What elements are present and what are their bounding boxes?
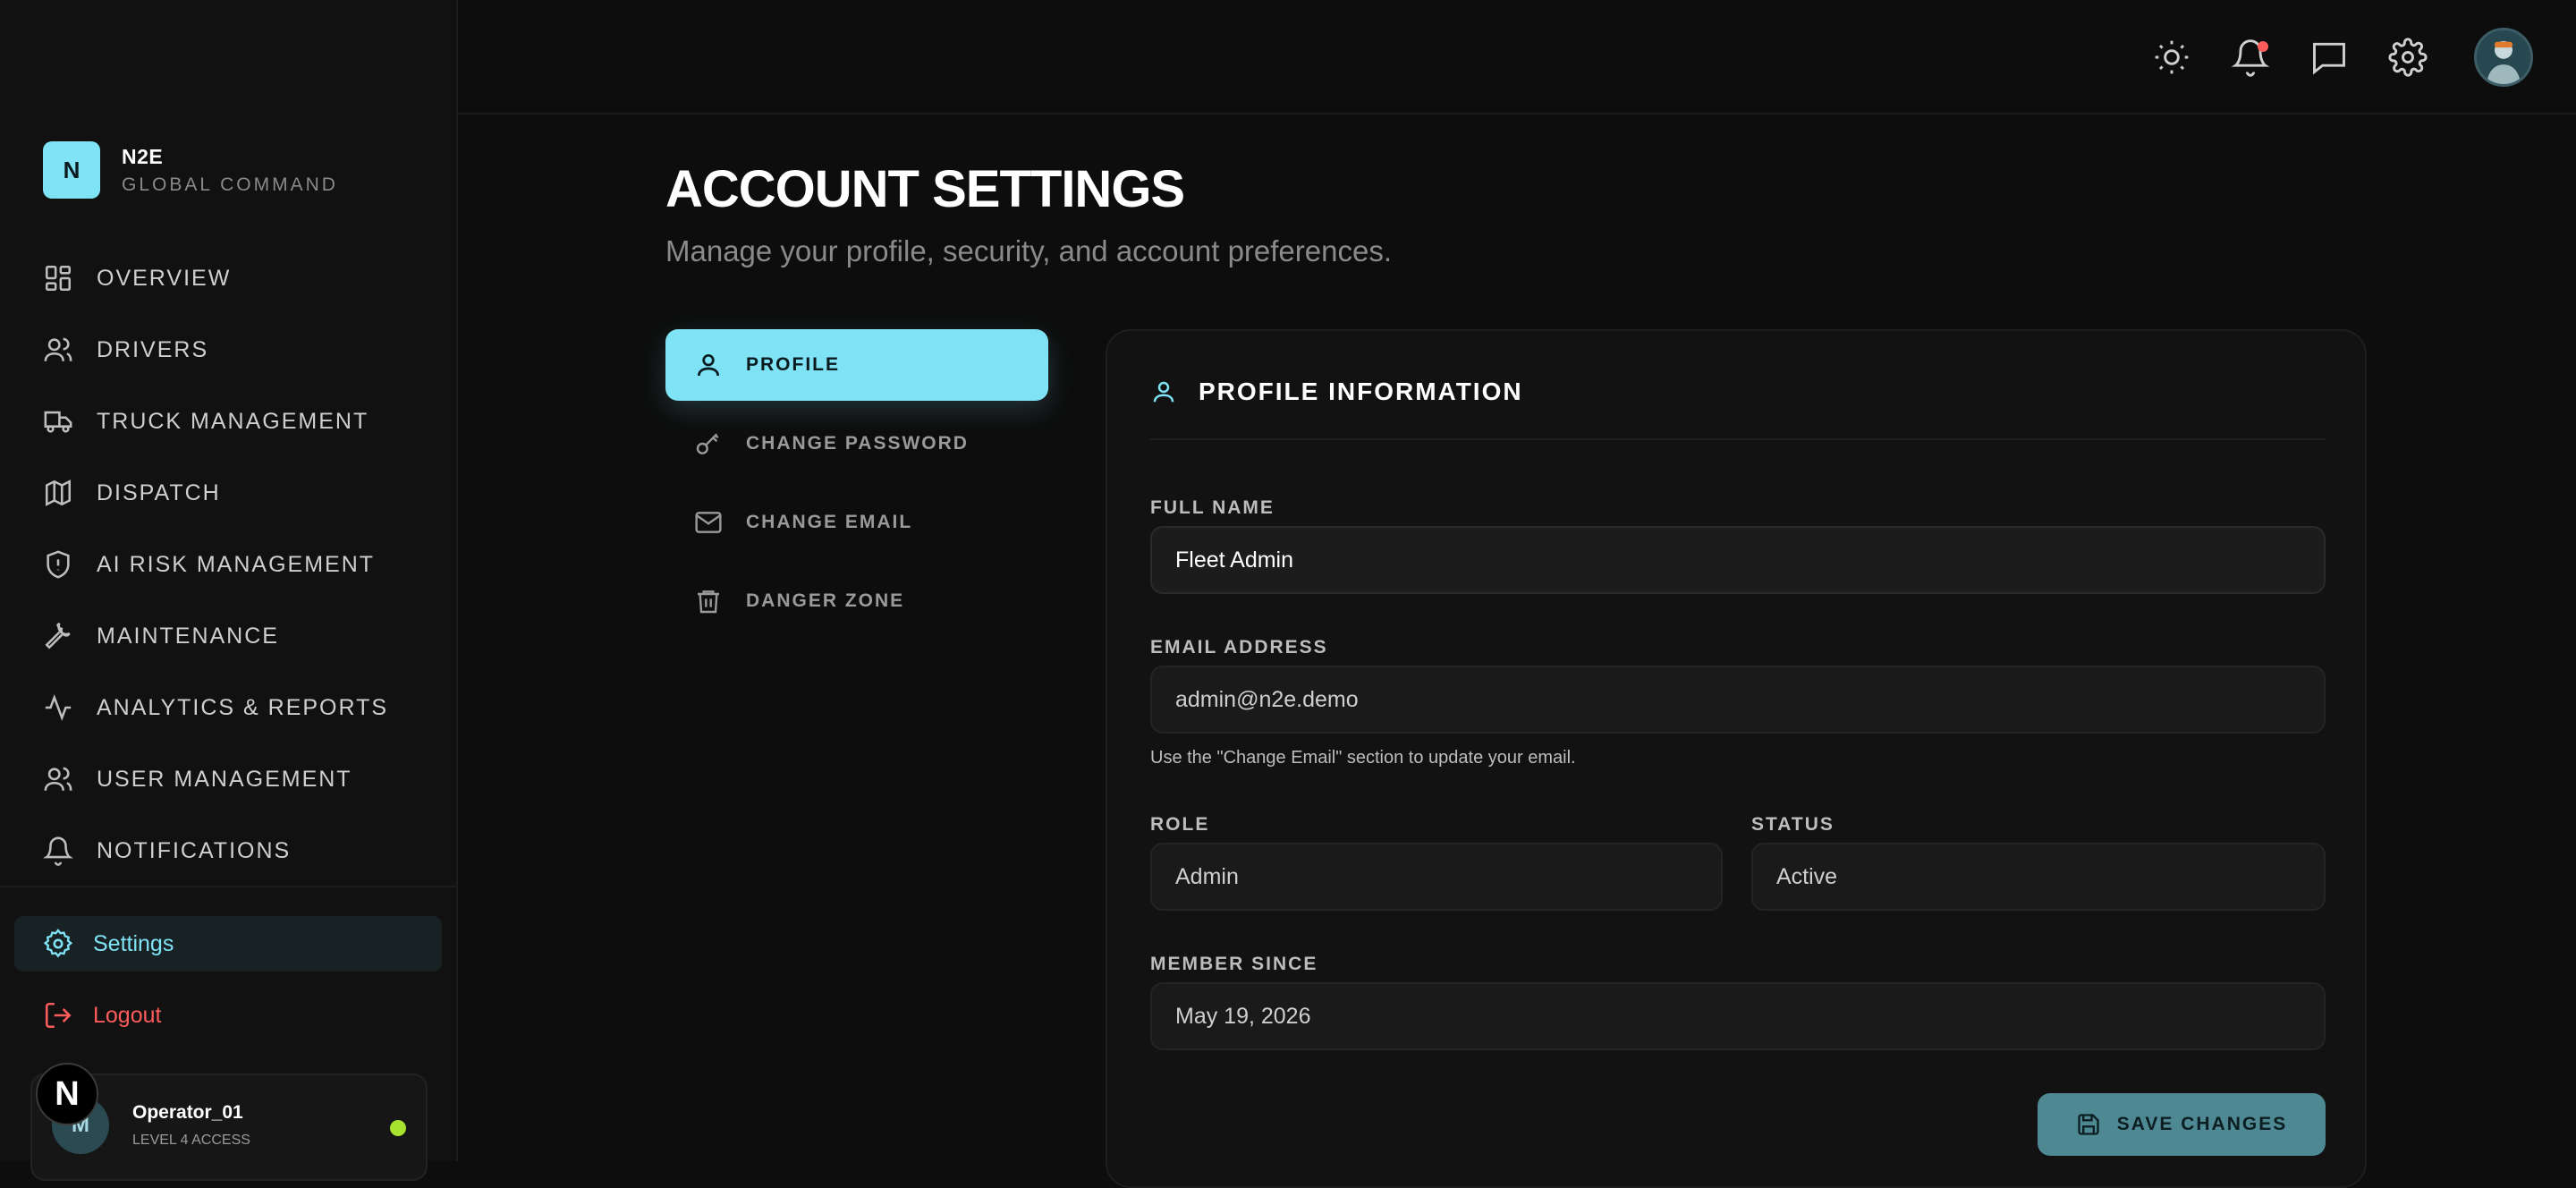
sidebar-item-label: ANALYTICS & REPORTS: [97, 694, 389, 720]
dev-indicator-badge[interactable]: N: [36, 1063, 98, 1125]
role-field: Admin: [1150, 843, 1723, 911]
sidebar-item-analytics-reports[interactable]: ANALYTICS & REPORTS: [0, 672, 456, 743]
full-name-input[interactable]: Fleet Admin: [1150, 526, 2326, 594]
shield-alert-icon: [43, 549, 73, 580]
user-icon: [694, 351, 723, 379]
settings-label: Settings: [93, 930, 174, 956]
sidebar-item-label: USER MANAGEMENT: [97, 766, 352, 792]
user-icon: [1150, 378, 1177, 405]
sidebar-item-label: TRUCK MANAGEMENT: [97, 408, 369, 434]
theme-toggle-sun-icon[interactable]: [2152, 38, 2191, 77]
map-icon: [43, 478, 73, 508]
card-title: PROFILE INFORMATION: [1199, 378, 1523, 405]
tab-label: DANGER ZONE: [746, 590, 905, 611]
sidebar-item-label: MAINTENANCE: [97, 623, 279, 649]
save-icon: [2076, 1112, 2101, 1137]
wrench-icon: [43, 621, 73, 651]
sidebar-nav: OVERVIEW DRIVERS TRUCK MANAGEMENT DISPAT…: [0, 242, 456, 887]
sidebar-item-overview[interactable]: OVERVIEW: [0, 242, 456, 314]
truck-icon: [43, 406, 73, 437]
brand-subtitle: GLOBAL COMMAND: [122, 174, 338, 195]
avatar[interactable]: [2474, 28, 2533, 87]
tab-change-password[interactable]: CHANGE PASSWORD: [665, 408, 1048, 479]
sidebar-item-settings[interactable]: Settings: [14, 916, 442, 972]
message-icon[interactable]: [2309, 38, 2349, 77]
email-label: EMAIL ADDRESS: [1150, 637, 1328, 658]
save-changes-button[interactable]: SAVE CHANGES: [2038, 1093, 2326, 1156]
member-since-label: MEMBER SINCE: [1150, 954, 1318, 974]
key-icon: [694, 429, 723, 458]
sidebar-item-label: AI RISK MANAGEMENT: [97, 551, 376, 577]
tab-profile[interactable]: PROFILE: [665, 329, 1048, 401]
user-name: Operator_01: [132, 1102, 243, 1123]
sidebar-item-maintenance[interactable]: MAINTENANCE: [0, 600, 456, 672]
sidebar-item-dispatch[interactable]: DISPATCH: [0, 457, 456, 529]
sidebar-item-user-management[interactable]: USER MANAGEMENT: [0, 743, 456, 815]
tab-change-email[interactable]: CHANGE EMAIL: [665, 487, 1048, 558]
users-icon: [43, 764, 73, 794]
sidebar-item-ai-risk-management[interactable]: AI RISK MANAGEMENT: [0, 529, 456, 600]
notification-dot: [2258, 41, 2268, 52]
sidebar-item-label: DRIVERS: [97, 336, 209, 362]
sidebar-item-label: DISPATCH: [97, 479, 221, 505]
online-status-dot: [390, 1120, 406, 1136]
logout-icon: [43, 1000, 73, 1031]
gear-icon: [43, 929, 73, 959]
sidebar-item-label: NOTIFICATIONS: [97, 837, 292, 863]
profile-card: PROFILE INFORMATION FULL NAME Fleet Admi…: [1106, 329, 2367, 1188]
bell-icon: [43, 836, 73, 866]
sidebar-divider: [0, 886, 456, 887]
sidebar: N N2E GLOBAL COMMAND OVERVIEW DRIVERS TR…: [0, 0, 458, 1181]
tab-label: PROFILE: [746, 354, 841, 375]
sidebar-item-drivers[interactable]: DRIVERS: [0, 314, 456, 386]
brand[interactable]: N N2E GLOBAL COMMAND: [43, 141, 338, 199]
tab-label: CHANGE EMAIL: [746, 512, 913, 532]
activity-icon: [43, 692, 73, 723]
sidebar-item-notifications[interactable]: NOTIFICATIONS: [0, 815, 456, 887]
sidebar-item-label: OVERVIEW: [97, 265, 232, 291]
mail-icon: [694, 508, 723, 537]
brand-name: N2E: [122, 144, 164, 168]
card-divider: [1150, 438, 2326, 440]
role-label: ROLE: [1150, 814, 1210, 835]
email-hint: Use the "Change Email" section to update…: [1150, 748, 1576, 768]
logout-button[interactable]: Logout: [14, 988, 442, 1043]
tab-label: CHANGE PASSWORD: [746, 433, 969, 454]
user-access-level: LEVEL 4 ACCESS: [132, 1133, 250, 1148]
page-title: ACCOUNT SETTINGS: [665, 160, 1185, 218]
email-field: admin@n2e.demo: [1150, 666, 2326, 734]
full-name-label: FULL NAME: [1150, 497, 1275, 518]
trash-icon: [694, 587, 723, 615]
sidebar-item-truck-management[interactable]: TRUCK MANAGEMENT: [0, 386, 456, 457]
status-label: STATUS: [1751, 814, 1835, 835]
status-field: Active: [1751, 843, 2326, 911]
member-since-field: May 19, 2026: [1150, 982, 2326, 1050]
users-icon: [43, 335, 73, 365]
brand-logo: N: [43, 141, 100, 199]
settings-tabs: PROFILE CHANGE PASSWORD CHANGE EMAIL DAN…: [665, 329, 1048, 644]
card-header: PROFILE INFORMATION: [1150, 378, 1523, 406]
dashboard-icon: [43, 263, 73, 293]
tab-danger-zone[interactable]: DANGER ZONE: [665, 565, 1048, 637]
save-label: SAVE CHANGES: [2116, 1114, 2288, 1134]
logout-label: Logout: [93, 1002, 162, 1028]
gear-icon[interactable]: [2388, 38, 2428, 77]
page-subtitle: Manage your profile, security, and accou…: [665, 234, 1392, 267]
